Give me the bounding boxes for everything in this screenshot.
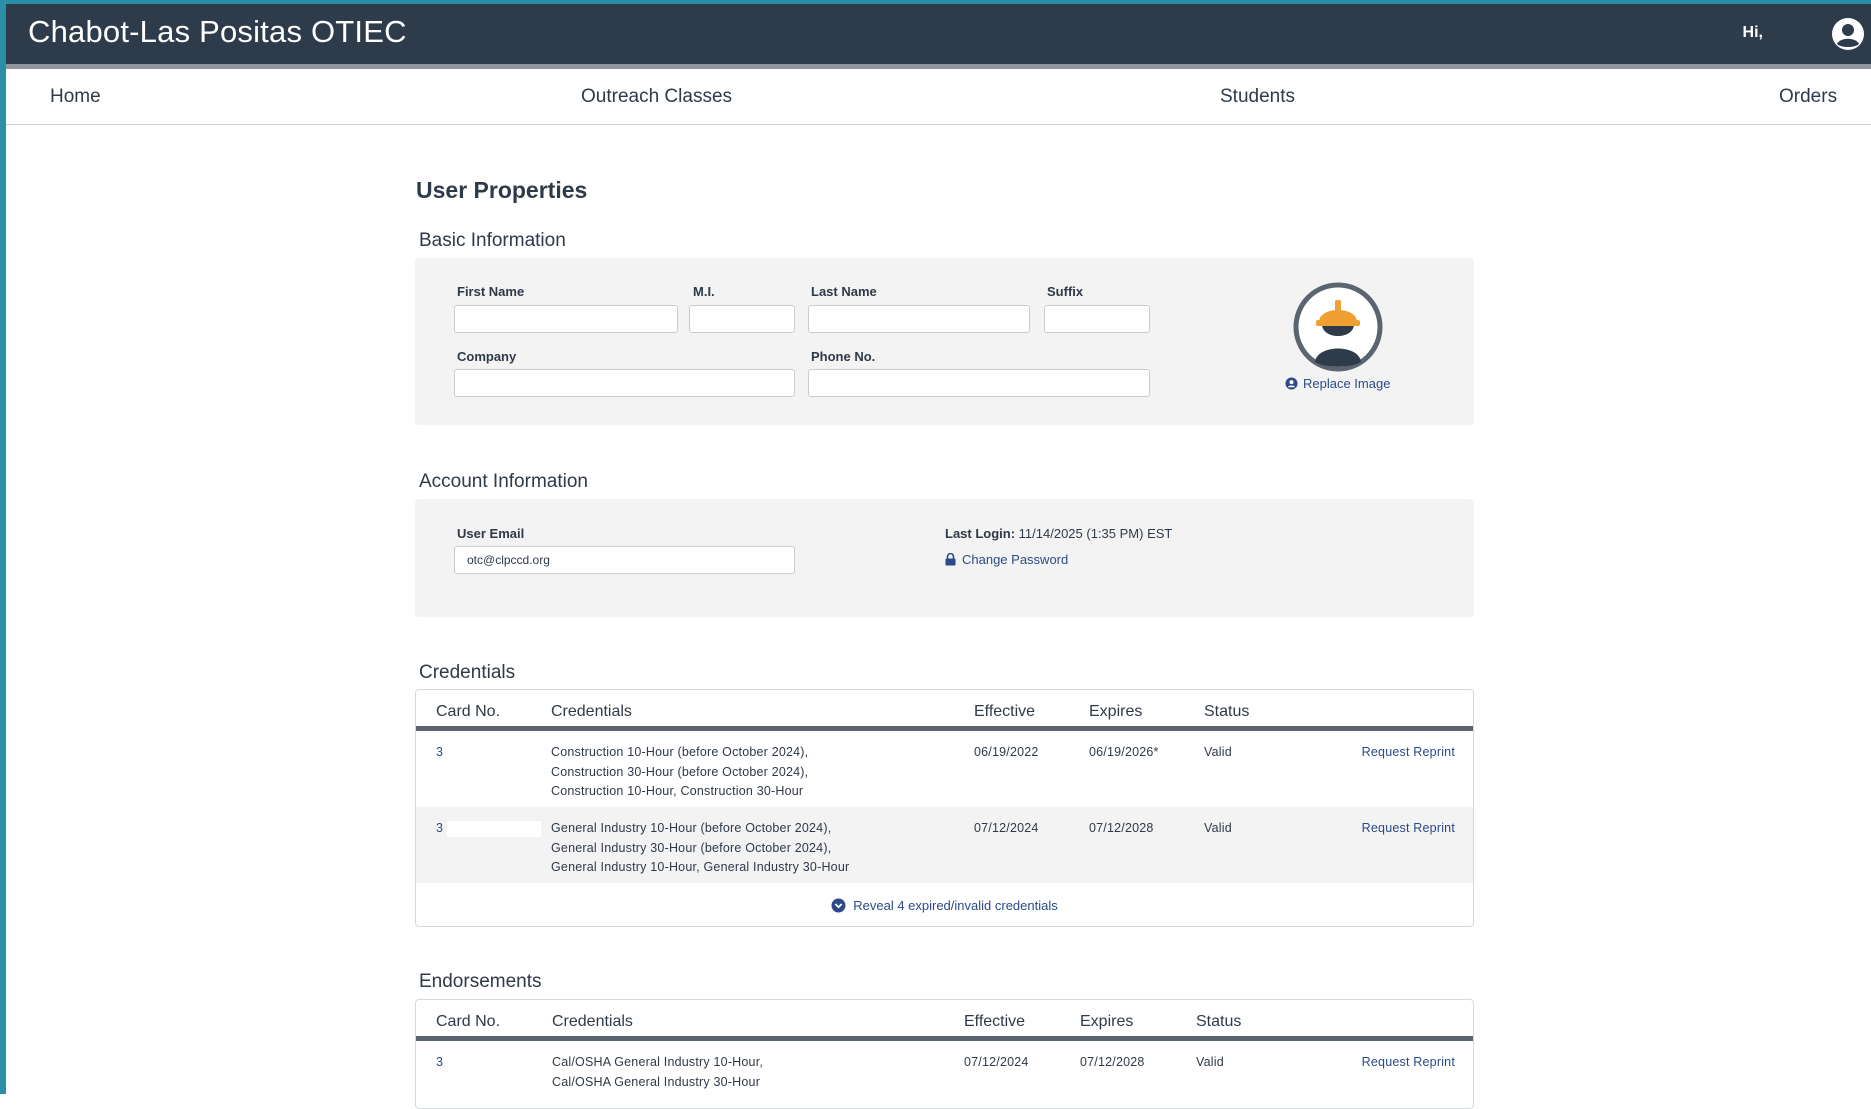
top-bar: Chabot-Las Positas OTIEC Hi, — [6, 4, 1871, 69]
col-credentials: Credentials — [551, 703, 632, 720]
email-field[interactable] — [454, 546, 795, 574]
card-no[interactable]: 3 — [436, 819, 542, 839]
request-reprint-link[interactable]: Request Reprint — [1362, 819, 1455, 839]
replace-image-label: Replace Image — [1303, 376, 1391, 391]
change-password-link[interactable]: Change Password — [945, 552, 1068, 567]
credential-line: Construction 10-Hour, Construction 30-Ho… — [551, 784, 804, 798]
last-name-field[interactable] — [808, 305, 1030, 333]
nav-home[interactable]: Home — [50, 86, 101, 108]
app-title: Chabot-Las Positas OTIEC — [28, 14, 407, 49]
lock-icon — [945, 553, 956, 566]
credentials-cell: Cal/OSHA General Industry 10-Hour, Cal/O… — [552, 1053, 763, 1092]
page-title: User Properties — [416, 177, 588, 203]
account-info-heading: Account Information — [419, 471, 588, 492]
status-value: Valid — [1204, 821, 1232, 835]
credential-line: General Industry 10-Hour (before October… — [551, 821, 832, 835]
change-password-label: Change Password — [962, 552, 1069, 567]
redacted-block — [447, 820, 542, 837]
phone-label: Phone No. — [811, 349, 876, 364]
card-no-value: 3 — [436, 821, 444, 835]
credentials-heading: Credentials — [419, 662, 516, 683]
chevron-down-circle-icon — [831, 898, 846, 912]
account-info-panel: User Email Last Login: 11/14/2025 (1:35 … — [415, 499, 1474, 617]
credential-line: Cal/OSHA General Industry 10-Hour, — [552, 1055, 764, 1069]
effective-date: 06/19/2022 — [974, 745, 1039, 759]
mi-label: M.I. — [693, 284, 715, 299]
credential-line: Cal/OSHA General Industry 30-Hour — [552, 1074, 761, 1089]
request-reprint-link[interactable]: Request Reprint — [1362, 1053, 1455, 1073]
user-circle-icon[interactable] — [1831, 17, 1865, 51]
card-no[interactable]: 3 — [436, 1053, 443, 1073]
replace-image-link[interactable]: Replace Image — [1285, 376, 1390, 391]
expires-date: 07/12/2028 — [1089, 821, 1154, 835]
col-effective: Effective — [964, 1013, 1026, 1030]
col-card-no: Card No. — [436, 703, 501, 720]
credentials-table: Card No. Credentials Effective Expires S… — [415, 689, 1474, 927]
effective-date: 07/12/2024 — [964, 1055, 1029, 1069]
last-login-value: 11/14/2025 (1:35 PM) EST — [1018, 526, 1173, 541]
first-name-label: First Name — [457, 284, 525, 299]
endorsements-table-header: Card No. Credentials Effective Expires S… — [416, 1000, 1473, 1041]
status-value: Valid — [1204, 745, 1232, 759]
expires-date: 06/19/2026* — [1089, 745, 1159, 759]
request-reprint-link[interactable]: Request Reprint — [1362, 743, 1455, 763]
card-no[interactable]: 3 — [436, 743, 443, 763]
credential-line: Construction 30-Hour (before October 202… — [551, 764, 809, 779]
last-name-label: Last Name — [811, 284, 877, 299]
col-status: Status — [1204, 703, 1250, 720]
company-field[interactable] — [454, 369, 795, 397]
credentials-table-header: Card No. Credentials Effective Expires S… — [416, 690, 1473, 731]
nav-students[interactable]: Students — [1220, 86, 1295, 108]
basic-info-heading: Basic Information — [419, 230, 566, 251]
nav-orders[interactable]: Orders — [1779, 86, 1837, 108]
company-label: Company — [457, 349, 517, 364]
main-nav: Home Outreach Classes Students Orders — [6, 69, 1871, 125]
suffix-field[interactable] — [1044, 305, 1150, 333]
status-value: Valid — [1196, 1055, 1224, 1069]
last-login-label: Last Login: — [945, 526, 1016, 541]
email-label: User Email — [457, 526, 525, 541]
expires-date: 07/12/2028 — [1080, 1055, 1145, 1069]
last-login: Last Login: 11/14/2025 (1:35 PM) EST — [945, 526, 1172, 541]
col-expires: Expires — [1080, 1013, 1134, 1030]
col-expires: Expires — [1089, 703, 1143, 720]
user-greeting: Hi, — [1742, 24, 1763, 41]
first-name-field[interactable] — [454, 305, 678, 333]
suffix-label: Suffix — [1047, 284, 1084, 299]
table-row: 3 General Industry 10-Hour (before Octob… — [416, 807, 1473, 883]
col-effective: Effective — [974, 703, 1036, 720]
user-circle-small-icon — [1285, 377, 1298, 390]
effective-date: 07/12/2024 — [974, 821, 1039, 835]
credential-line: Construction 10-Hour (before October 202… — [551, 745, 809, 759]
credentials-cell: General Industry 10-Hour (before October… — [551, 819, 849, 878]
worker-avatar-icon[interactable] — [1293, 282, 1383, 372]
endorsements-heading: Endorsements — [419, 971, 542, 992]
table-row: 3 Cal/OSHA General Industry 10-Hour, Cal… — [416, 1041, 1473, 1105]
mi-field[interactable] — [689, 305, 795, 333]
col-credentials: Credentials — [552, 1013, 633, 1030]
reveal-label: Reveal 4 expired/invalid credentials — [853, 897, 1058, 913]
col-card-no: Card No. — [436, 1013, 501, 1030]
phone-field[interactable] — [808, 369, 1150, 397]
endorsements-table: Card No. Credentials Effective Expires S… — [415, 999, 1474, 1109]
credential-line: General Industry 30-Hour (before October… — [551, 840, 832, 855]
credentials-cell: Construction 10-Hour (before October 202… — [551, 743, 808, 802]
basic-info-panel: First Name M.I. Last Name Suffix Company… — [415, 258, 1474, 425]
col-status: Status — [1196, 1013, 1242, 1030]
credential-line: General Industry 10-Hour, General Indust… — [551, 860, 850, 874]
nav-outreach-classes[interactable]: Outreach Classes — [581, 86, 732, 108]
table-row: 3 Construction 10-Hour (before October 2… — [416, 731, 1473, 807]
reveal-expired-button[interactable]: Reveal 4 expired/invalid credentials — [416, 883, 1473, 926]
